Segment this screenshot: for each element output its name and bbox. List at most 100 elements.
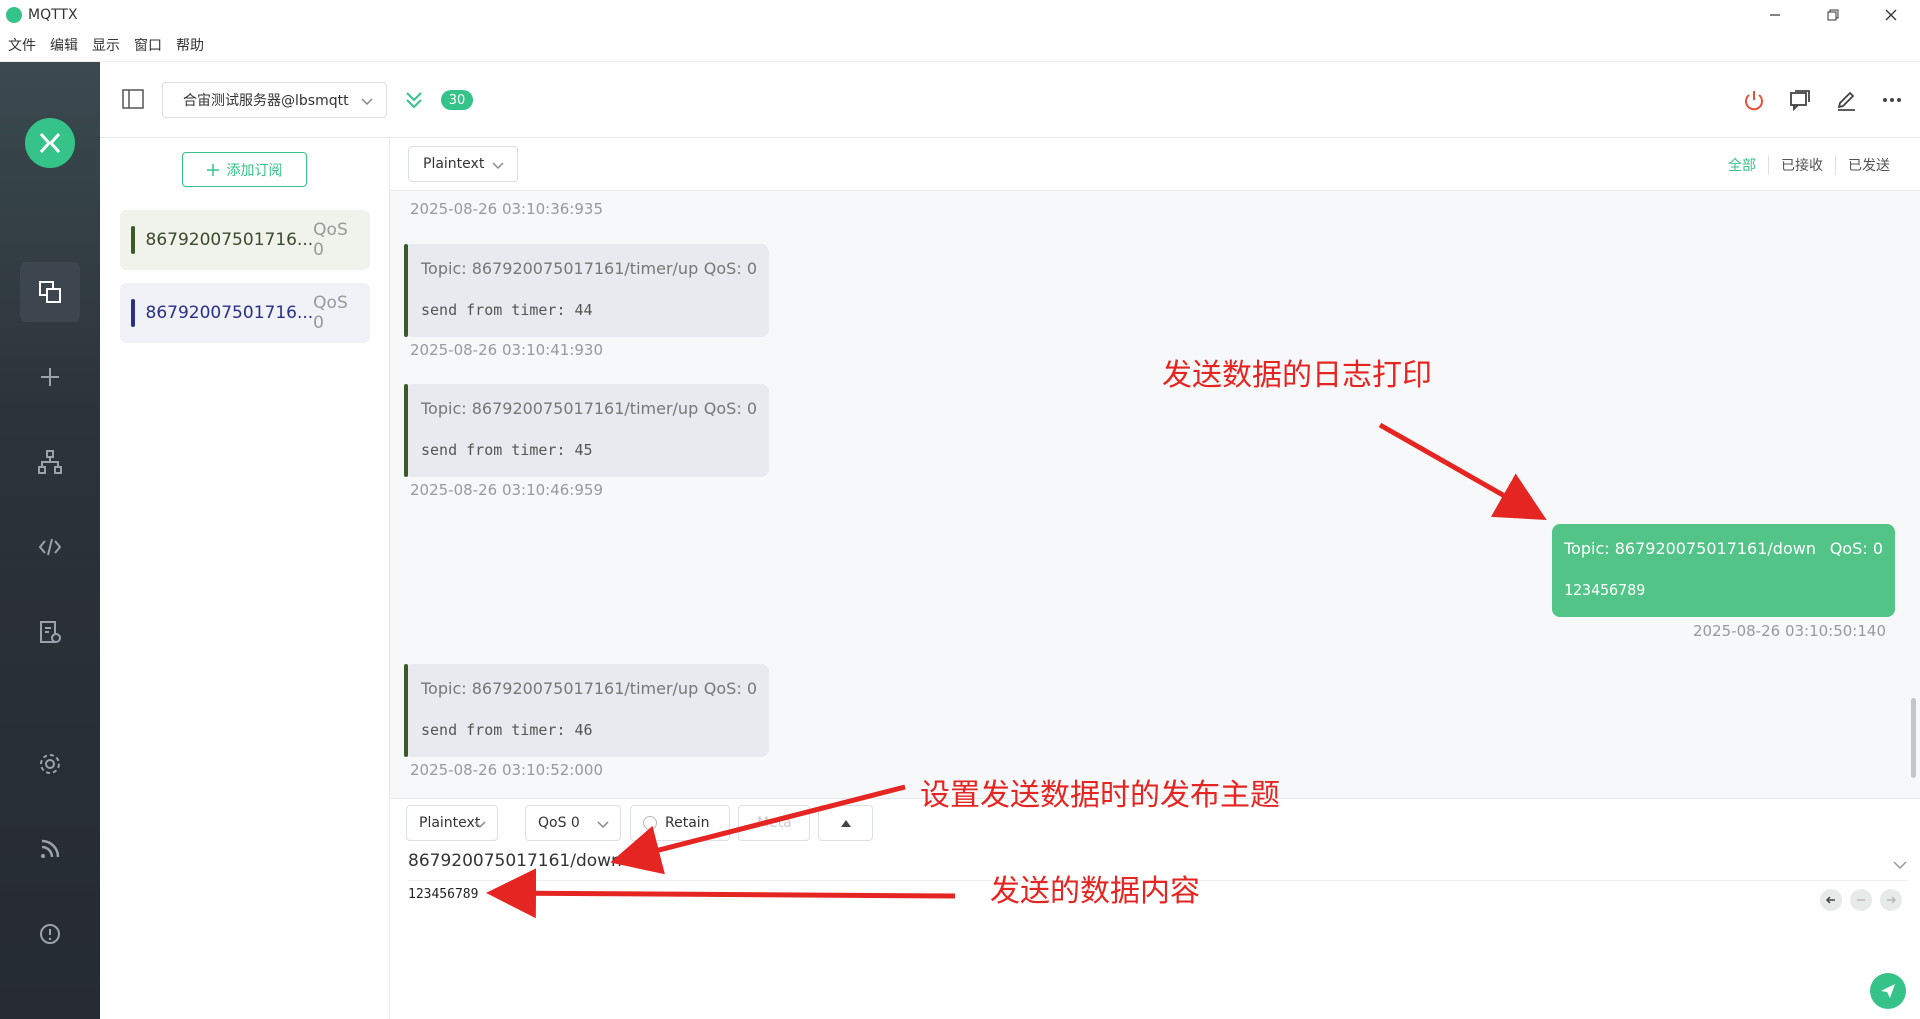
menu-view[interactable]: 显示 — [86, 35, 126, 55]
subscription-qos: QoS 0 — [313, 220, 348, 260]
publish-qos-value: QoS 0 — [538, 815, 580, 831]
chevron-down-icon — [1893, 861, 1907, 870]
retain-toggle[interactable]: Retain — [630, 805, 730, 841]
info-icon — [40, 924, 60, 944]
double-chevron-down-icon — [406, 92, 422, 109]
retain-radio-icon — [643, 816, 657, 830]
payload-format-value: Plaintext — [423, 156, 485, 172]
annotation-topic: 设置发送数据时的发布主题 — [920, 778, 1280, 813]
nav-sidebar — [0, 62, 100, 1019]
pencil-icon — [1837, 91, 1855, 111]
topology-nav-button[interactable] — [20, 432, 80, 492]
app-logo-icon — [6, 6, 22, 23]
received-message[interactable]: Topic: 867920075017161/timer/up QoS: 0 s… — [404, 384, 769, 477]
connection-name: 合宙测试服务器@lbsmqtt — [183, 93, 349, 109]
header-actions — [1741, 87, 1905, 113]
caret-up-icon — [840, 820, 851, 827]
filter-sent-tab[interactable]: 已发送 — [1835, 155, 1902, 175]
expand-publish-button[interactable] — [818, 805, 873, 841]
subscription-topic: 86792007501716... — [145, 230, 314, 250]
message-qos: QoS: 0 — [1829, 539, 1883, 558]
gear-icon — [40, 754, 60, 774]
publish-payload-editor[interactable]: 123456789 — [408, 887, 478, 902]
message-timestamp: 2025-08-26 03:10:46:959 — [410, 481, 603, 499]
history-clear-button[interactable] — [1850, 889, 1872, 911]
message-topic: Topic: 867920075017161/timer/up — [421, 399, 699, 418]
restore-icon — [1827, 9, 1839, 20]
menu-file[interactable]: 文件 — [2, 35, 42, 55]
connection-select[interactable]: 合宙测试服务器@lbsmqtt — [162, 82, 387, 118]
history-prev-button[interactable] — [1820, 889, 1842, 911]
message-qos: QoS: 0 — [703, 679, 757, 698]
subscription-item[interactable]: 86792007501716... QoS 0 — [120, 210, 370, 270]
subscription-item[interactable]: 86792007501716... QoS 0 — [120, 283, 370, 343]
publish-topic-value: 867920075017161/down — [408, 851, 622, 871]
minimize-icon — [1770, 13, 1780, 16]
annotation-content: 发送的数据内容 — [990, 874, 1200, 909]
sidebar-toggle-icon — [122, 89, 144, 109]
annotation-log: 发送数据的日志打印 — [1162, 358, 1432, 393]
new-connection-button[interactable] — [20, 347, 80, 407]
close-icon — [1885, 9, 1897, 20]
filter-received-tab[interactable]: 已接收 — [1768, 155, 1835, 175]
message-timestamp: 2025-08-26 03:10:36:935 — [410, 200, 603, 218]
sent-message[interactable]: Topic: 867920075017161/down QoS: 0 12345… — [1552, 524, 1895, 617]
restore-button[interactable] — [1804, 0, 1862, 29]
plus-icon — [206, 163, 219, 176]
subscription-color-bar — [131, 299, 135, 327]
message-topic: Topic: 867920075017161/timer/up — [421, 679, 699, 698]
received-message[interactable]: Topic: 867920075017161/timer/up QoS: 0 s… — [404, 664, 769, 757]
message-filter-tabs: 全部 已接收 已发送 — [1716, 155, 1902, 175]
received-message[interactable]: Topic: 867920075017161/timer/up QoS: 0 s… — [404, 244, 769, 337]
history-next-button[interactable] — [1880, 889, 1902, 911]
message-topic: Topic: 867920075017161/timer/up — [421, 259, 699, 278]
message-payload: send from timer: 46 — [421, 721, 593, 739]
close-button[interactable] — [1862, 0, 1920, 29]
message-timestamp: 2025-08-26 03:10:50:140 — [1693, 622, 1886, 640]
more-button[interactable] — [1879, 87, 1905, 113]
payload-format-select[interactable]: Plaintext — [408, 146, 518, 182]
feed-nav-button[interactable] — [20, 819, 80, 879]
about-nav-button[interactable] — [20, 904, 80, 964]
message-scrollbar[interactable] — [1911, 698, 1916, 778]
script-nav-button[interactable] — [20, 517, 80, 577]
code-icon — [38, 538, 62, 556]
connections-nav-button[interactable] — [20, 262, 80, 322]
toggle-panel-button[interactable] — [122, 89, 144, 113]
meta-button[interactable]: Meta — [738, 805, 810, 841]
settings-nav-button[interactable] — [20, 734, 80, 794]
new-window-button[interactable] — [1787, 87, 1813, 113]
more-icon — [1883, 98, 1901, 102]
subscriptions-panel: 添加订阅 86792007501716... QoS 0 86792007501… — [100, 138, 390, 1019]
send-button[interactable] — [1870, 973, 1906, 1009]
log-icon — [40, 621, 61, 643]
collapse-button[interactable] — [405, 90, 423, 114]
disconnect-button[interactable] — [1741, 87, 1767, 113]
menu-help[interactable]: 帮助 — [170, 35, 210, 55]
plus-icon — [41, 368, 59, 386]
minimize-button[interactable] — [1746, 0, 1804, 29]
menu-bar: 文件 编辑 显示 窗口 帮助 — [0, 29, 1920, 62]
add-subscription-button[interactable]: 添加订阅 — [182, 152, 307, 187]
log-nav-button[interactable] — [20, 602, 80, 662]
edit-button[interactable] — [1833, 87, 1859, 113]
message-payload: send from timer: 44 — [421, 301, 593, 319]
publish-qos-select[interactable]: QoS 0 — [525, 805, 621, 841]
publish-format-value: Plaintext — [419, 815, 481, 831]
message-timestamp: 2025-08-26 03:10:41:930 — [410, 341, 603, 359]
publish-format-select[interactable]: Plaintext — [406, 805, 498, 841]
chevron-down-icon — [492, 162, 504, 170]
menu-window[interactable]: 窗口 — [128, 35, 168, 55]
message-color-bar — [404, 244, 408, 337]
window-controls — [1746, 0, 1920, 29]
retain-label: Retain — [665, 815, 710, 831]
filter-all-tab[interactable]: 全部 — [1716, 155, 1768, 175]
subscription-topic: 86792007501716... — [145, 303, 314, 323]
history-navigation — [1820, 889, 1902, 911]
message-list[interactable]: Plaintext 全部 已接收 已发送 2025-08-26 03:10:36… — [390, 138, 1920, 798]
menu-edit[interactable]: 编辑 — [44, 35, 84, 55]
message-qos: QoS: 0 — [703, 259, 757, 278]
minus-icon — [1857, 899, 1865, 901]
meta-label: Meta — [757, 815, 792, 831]
message-qos: QoS: 0 — [703, 399, 757, 418]
